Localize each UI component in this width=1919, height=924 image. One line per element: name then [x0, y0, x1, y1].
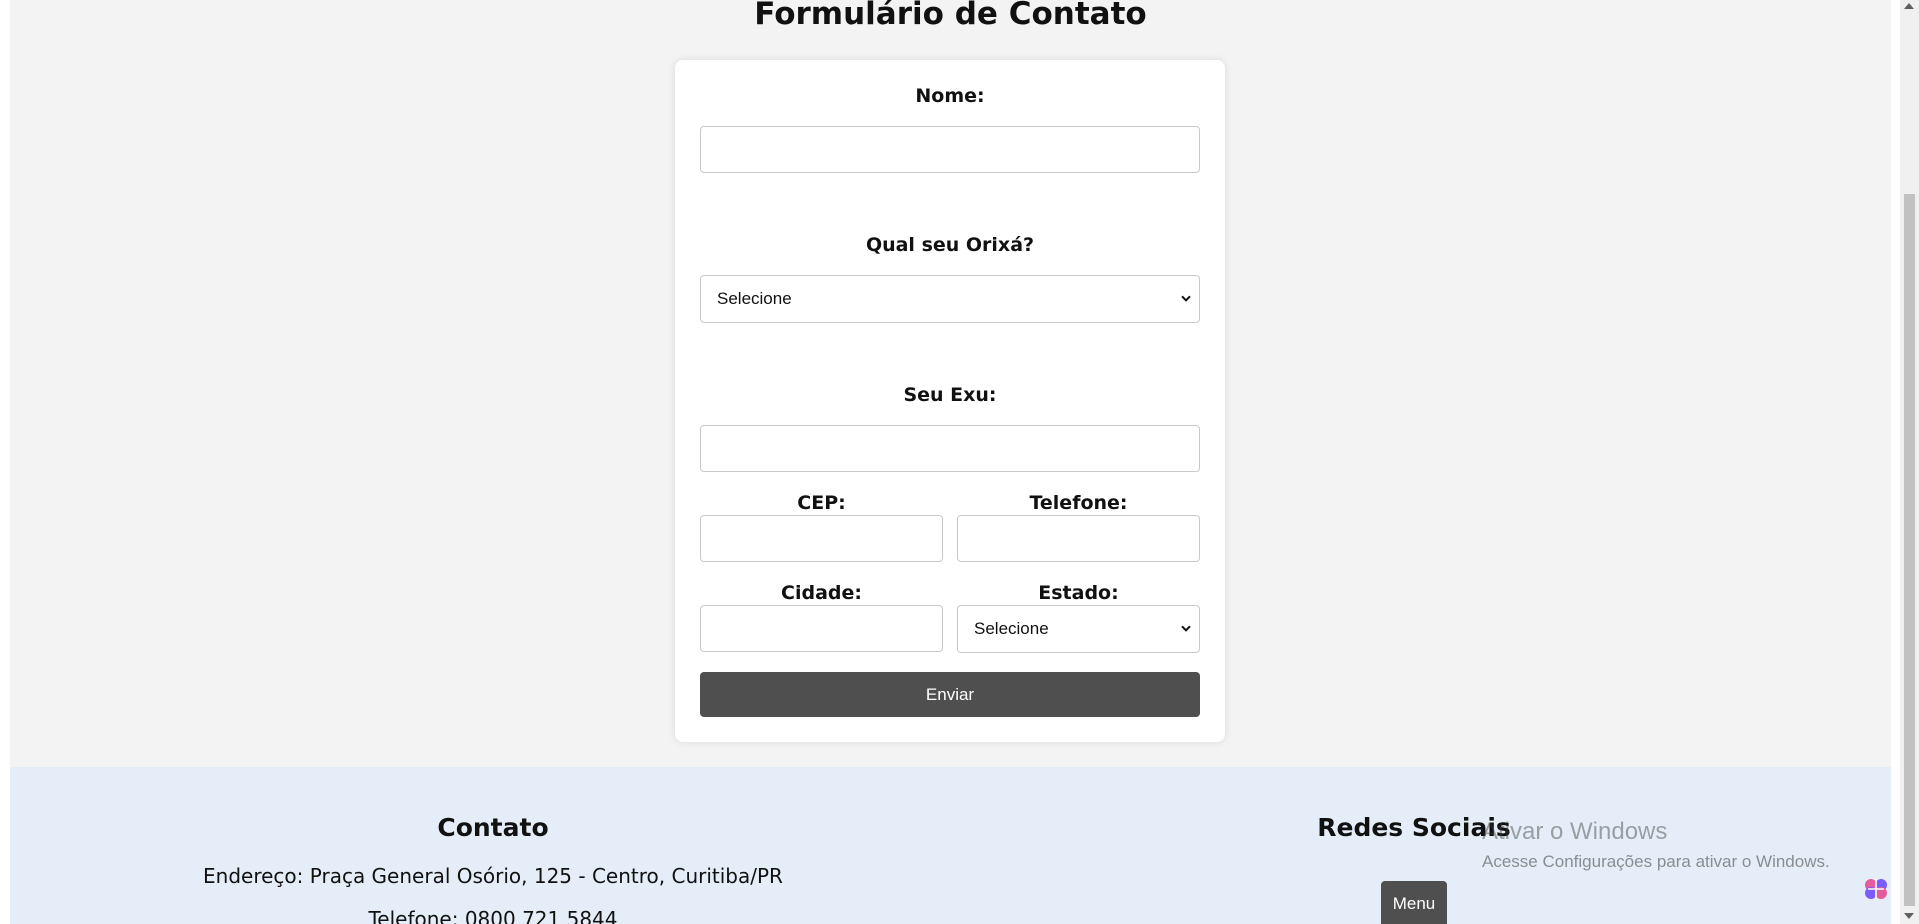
cidade-label: Cidade: [781, 582, 862, 604]
nome-input[interactable] [700, 126, 1200, 173]
estado-select-value: Selecione [974, 619, 1049, 638]
submit-button[interactable]: Enviar [700, 672, 1200, 717]
page: Formulário de Contato Nome: Qual seu Ori… [10, 0, 1891, 924]
contato-heading: Contato [437, 813, 549, 842]
page-title: Formulário de Contato [754, 0, 1147, 32]
orixa-label: Qual seu Orixá? [865, 234, 1035, 256]
windows-activation-subtitle: Acesse Configurações para ativar o Windo… [1482, 852, 1830, 871]
orixa-select[interactable]: Selecione [700, 275, 1200, 323]
chevron-down-icon [1181, 295, 1191, 302]
vertical-scrollbar[interactable] [1900, 0, 1919, 924]
cep-input[interactable] [700, 515, 943, 562]
windows-activation-title: Ativar o Windows [1482, 818, 1668, 845]
estado-select[interactable]: Selecione [957, 605, 1200, 653]
brain-icon[interactable] [1862, 875, 1890, 903]
contact-form: Nome: Qual seu Orixá? Selecione Seu Exu:… [675, 60, 1225, 742]
cep-label: CEP: [797, 492, 846, 514]
menu-button[interactable]: Menu [1381, 881, 1447, 924]
scroll-up-icon[interactable] [1904, 3, 1914, 9]
footer-phone: Telefone: 0800 721 5844 [368, 907, 618, 924]
footer-address: Endereço: Praça General Osório, 125 - Ce… [203, 864, 783, 888]
telefone-input[interactable] [957, 515, 1200, 562]
telefone-label: Telefone: [1029, 492, 1128, 514]
estado-label: Estado: [1038, 582, 1119, 604]
nome-label: Nome: [915, 85, 985, 107]
orixa-select-value: Selecione [717, 289, 792, 308]
exu-input[interactable] [700, 425, 1200, 472]
scroll-down-icon[interactable] [1904, 913, 1914, 919]
scrollbar-thumb[interactable] [1904, 194, 1915, 906]
cidade-input[interactable] [700, 605, 943, 652]
exu-label: Seu Exu: [903, 384, 997, 406]
chevron-down-icon [1181, 625, 1191, 632]
